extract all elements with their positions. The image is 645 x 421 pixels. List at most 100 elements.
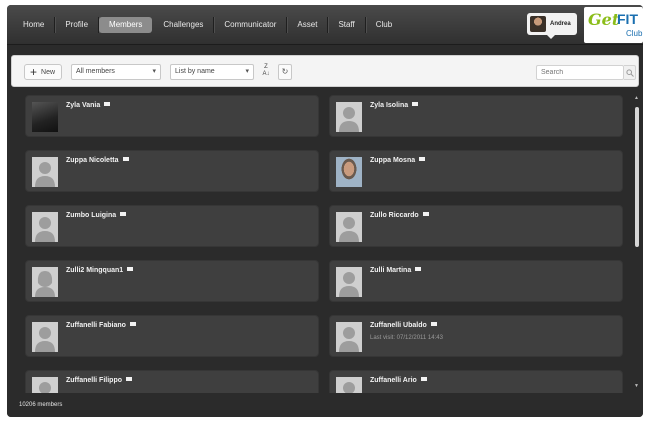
envelope-icon[interactable] xyxy=(419,157,426,161)
getfit-logo[interactable]: Get FIT Club xyxy=(584,7,643,43)
member-name-text: Zullo Riccardo xyxy=(370,212,419,219)
member-name[interactable]: Zuppa Mosna xyxy=(370,157,426,164)
nav-item-communicator[interactable]: Communicator xyxy=(214,17,288,33)
member-name-text: Zuppa Mosna xyxy=(370,157,416,164)
member-card[interactable]: Zyla Isolina xyxy=(329,95,623,137)
member-name-text: Zuffanelli Ubaldo xyxy=(370,322,427,329)
logo-club-text: Club xyxy=(626,29,643,38)
member-card[interactable]: Zuffanelli Ubaldo Last visit: 07/12/2011 … xyxy=(329,315,623,357)
chevron-down-icon: ▾ xyxy=(152,68,156,75)
user-profile-badge[interactable]: Andrea xyxy=(527,13,577,39)
envelope-icon[interactable] xyxy=(412,102,419,106)
default-avatar-icon xyxy=(336,267,362,297)
default-avatar-icon xyxy=(336,102,362,132)
default-avatar-icon xyxy=(32,322,58,352)
nav-menu: Home Profile Members Challenges Communicator… xyxy=(13,17,402,33)
member-card[interactable]: Zuppa Nicoletta xyxy=(25,150,319,192)
nav-item-club[interactable]: Club xyxy=(366,17,402,33)
scroll-up-icon[interactable]: ▲ xyxy=(634,95,639,101)
default-avatar-icon xyxy=(336,212,362,242)
member-name-text: Zuppa Nicoletta xyxy=(66,157,119,164)
chevron-down-icon: ▾ xyxy=(245,68,249,75)
member-name[interactable]: Zuffanelli Ubaldo xyxy=(370,322,437,329)
nav-item-staff[interactable]: Staff xyxy=(328,17,366,33)
member-card[interactable]: Zuffanelli Filippo xyxy=(25,370,319,393)
nav-item-challenges[interactable]: Challenges xyxy=(153,17,215,33)
member-list-footer: 10206 members xyxy=(7,397,643,417)
member-card[interactable]: Zuppa Mosna xyxy=(329,150,623,192)
member-name[interactable]: Zulli2 Mingquan1 xyxy=(66,267,134,274)
refresh-button[interactable]: ↻ xyxy=(278,64,292,80)
envelope-icon[interactable] xyxy=(430,322,437,326)
default-avatar-icon xyxy=(32,377,58,393)
member-name[interactable]: Zuffanelli Filippo xyxy=(66,377,132,384)
envelope-icon[interactable] xyxy=(129,322,136,326)
envelope-icon[interactable] xyxy=(120,212,127,216)
envelope-icon[interactable] xyxy=(104,102,111,106)
member-name[interactable]: Zulli Martina xyxy=(370,267,422,274)
logo-get-text: Get xyxy=(588,10,620,29)
top-navigation: Home Profile Members Challenges Communicator… xyxy=(7,5,643,45)
member-filter-select[interactable]: All members ▾ xyxy=(71,64,161,80)
member-card[interactable]: Zumbo Luigina xyxy=(25,205,319,247)
nav-item-profile[interactable]: Profile xyxy=(55,17,100,33)
envelope-icon[interactable] xyxy=(415,267,422,271)
member-name-text: Zuffanelli Filippo xyxy=(66,377,122,384)
nav-item-home[interactable]: Home xyxy=(13,17,56,33)
member-name-text: Zulli2 Mingquan1 xyxy=(66,267,124,274)
member-name[interactable]: Zuffanelli Ario xyxy=(370,377,427,384)
default-avatar-icon xyxy=(32,157,58,187)
search-input[interactable] xyxy=(536,65,624,80)
scroll-down-icon[interactable]: ▼ xyxy=(634,383,639,389)
logo-fit-text: FIT xyxy=(617,11,638,27)
new-button-label: New xyxy=(41,68,56,76)
member-name[interactable]: Zumbo Luigina xyxy=(66,212,127,219)
member-name[interactable]: Zullo Riccardo xyxy=(370,212,429,219)
envelope-icon[interactable] xyxy=(127,267,134,271)
envelope-icon[interactable] xyxy=(420,377,427,381)
members-app: Home Profile Members Challenges Communicator… xyxy=(7,5,643,417)
nav-item-asset[interactable]: Asset xyxy=(287,17,329,33)
sort-order-value: List by name xyxy=(175,68,215,75)
member-name-text: Zumbo Luigina xyxy=(66,212,117,219)
envelope-icon[interactable] xyxy=(122,157,129,161)
member-card[interactable]: Zulli Martina xyxy=(329,260,623,302)
user-name: Andrea xyxy=(550,21,571,27)
member-photo xyxy=(336,157,362,187)
member-count: 10206 members xyxy=(19,402,63,408)
member-photo xyxy=(32,102,58,132)
member-card[interactable]: Zyla Vania xyxy=(25,95,319,137)
envelope-icon[interactable] xyxy=(422,212,429,216)
members-toolbar: + New All members ▾ List by name ▾ Z A↓ ↻ xyxy=(11,55,639,87)
default-avatar-icon xyxy=(32,267,58,297)
member-name-text: Zuffanelli Fabiano xyxy=(66,322,126,329)
sort-order-select[interactable]: List by name ▾ xyxy=(170,64,254,80)
member-list-scrollbar[interactable]: ▲ ▼ xyxy=(633,95,641,393)
scroll-thumb[interactable] xyxy=(635,107,639,247)
member-name-text: Zyla Vania xyxy=(66,102,101,109)
member-grid: Zyla Vania Zyla Isolina Zuppa Nicoletta Zup… xyxy=(11,95,633,393)
user-avatar xyxy=(530,16,546,32)
member-name[interactable]: Zyla Isolina xyxy=(370,102,419,109)
sort-az-icon[interactable]: Z A↓ xyxy=(259,64,273,80)
member-name[interactable]: Zuppa Nicoletta xyxy=(66,157,129,164)
member-name[interactable]: Zyla Vania xyxy=(66,102,111,109)
member-card[interactable]: Zulli2 Mingquan1 xyxy=(25,260,319,302)
default-avatar-icon xyxy=(336,377,362,393)
member-name[interactable]: Zuffanelli Fabiano xyxy=(66,322,136,329)
default-avatar-icon xyxy=(32,212,58,242)
search-button[interactable] xyxy=(624,65,636,80)
nav-item-members[interactable]: Members xyxy=(99,17,153,33)
member-card[interactable]: Zuffanelli Fabiano xyxy=(25,315,319,357)
envelope-icon[interactable] xyxy=(126,377,132,381)
last-visit: Last visit: 07/12/2011 14:43 xyxy=(370,335,443,341)
member-card[interactable]: Zullo Riccardo xyxy=(329,205,623,247)
new-member-button[interactable]: + New xyxy=(24,64,62,80)
search-icon xyxy=(626,69,634,77)
member-card[interactable]: Zuffanelli Ario xyxy=(329,370,623,393)
member-filter-value: All members xyxy=(76,68,115,75)
default-avatar-icon xyxy=(336,322,362,352)
member-name-text: Zyla Isolina xyxy=(370,102,409,109)
plus-icon: + xyxy=(30,65,38,79)
member-name-text: Zuffanelli Ario xyxy=(370,377,417,384)
